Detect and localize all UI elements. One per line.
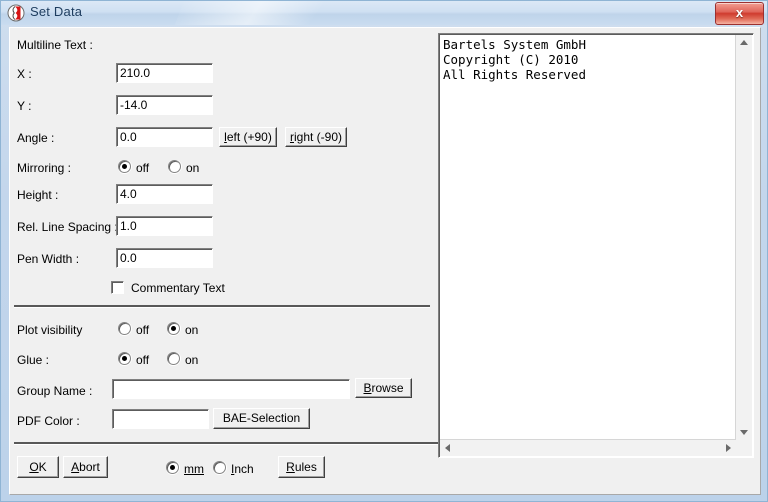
x-input[interactable]: 210.0 xyxy=(116,63,213,83)
unit-mm-label: mm xyxy=(184,462,204,476)
glue-radio-off[interactable]: off xyxy=(118,352,149,367)
group-name-label: Group Name : xyxy=(17,384,93,398)
close-icon: x xyxy=(735,5,744,20)
scrollbar-right-arrow-icon[interactable] xyxy=(726,444,731,452)
group-name-input[interactable] xyxy=(112,379,350,399)
bae-selection-button[interactable]: BAE-Selection xyxy=(213,408,310,429)
rotate-right-button[interactable]: right (-90) xyxy=(285,127,347,147)
radio-dot-icon xyxy=(118,352,131,365)
pdf-color-input[interactable] xyxy=(112,409,209,429)
close-button[interactable]: x xyxy=(715,2,764,25)
plot-visibility-radio-off[interactable]: off xyxy=(118,322,149,337)
title-bar[interactable]: Set Data x xyxy=(1,1,767,25)
radio-dot-icon xyxy=(167,352,180,365)
multiline-text-content[interactable]: Bartels System GmbH Copyright (C) 2010 A… xyxy=(443,37,731,82)
checkbox-icon xyxy=(111,281,124,294)
angle-input[interactable]: 0.0 xyxy=(116,127,213,147)
plot-visibility-on-label: on xyxy=(185,323,199,337)
commentary-text-checkbox[interactable]: Commentary Text xyxy=(111,281,225,295)
commentary-text-label: Commentary Text xyxy=(131,281,225,295)
mirroring-radio-on[interactable]: on xyxy=(168,160,199,175)
dialog-client-area: Multiline Text : X : 210.0 Y : -14.0 Ang… xyxy=(9,27,761,495)
radio-dot-icon xyxy=(166,461,179,474)
scrollbar-up-arrow-icon[interactable] xyxy=(740,40,748,45)
radio-dot-icon xyxy=(213,461,226,474)
mirroring-off-label: off xyxy=(136,161,150,175)
rotate-left-button[interactable]: left (+90) xyxy=(219,127,277,147)
glue-radio-on[interactable]: on xyxy=(167,352,198,367)
pen-width-input[interactable]: 0.0 xyxy=(116,248,213,268)
abort-button[interactable]: Abort xyxy=(63,456,108,478)
browse-button[interactable]: Browse xyxy=(355,378,412,398)
multiline-text-label: Multiline Text : xyxy=(17,38,93,52)
horizontal-scrollbar[interactable] xyxy=(440,439,736,456)
app-logo-icon xyxy=(7,4,25,22)
section-separator-top xyxy=(14,305,430,308)
rel-line-spacing-label: Rel. Line Spacing : xyxy=(17,220,118,234)
vertical-scrollbar[interactable] xyxy=(735,35,752,440)
scrollbar-down-arrow-icon[interactable] xyxy=(740,430,748,435)
glue-off-label: off xyxy=(136,353,150,367)
angle-label: Angle : xyxy=(17,131,55,145)
y-input[interactable]: -14.0 xyxy=(116,95,213,115)
radio-dot-icon xyxy=(118,160,131,173)
pdf-color-label: PDF Color : xyxy=(17,414,80,428)
mirroring-label: Mirroring : xyxy=(17,161,72,175)
height-label: Height : xyxy=(17,188,59,202)
radio-dot-icon xyxy=(118,322,131,335)
scrollbar-left-arrow-icon[interactable] xyxy=(445,444,450,452)
mirroring-on-label: on xyxy=(186,161,200,175)
radio-dot-icon xyxy=(168,160,181,173)
radio-dot-icon xyxy=(167,322,180,335)
pen-width-label: Pen Width : xyxy=(17,252,80,266)
unit-inch-label: Inch xyxy=(231,462,254,476)
unit-radio-inch[interactable]: Inch xyxy=(213,461,254,476)
dialog-window: Set Data x Multiline Text : X : 210.0 Y … xyxy=(0,0,768,502)
plot-visibility-label: Plot visibility xyxy=(17,323,83,337)
y-label: Y : xyxy=(17,99,32,113)
plot-visibility-off-label: off xyxy=(136,323,150,337)
titlebar-sheen xyxy=(172,1,360,25)
multiline-text-area[interactable]: Bartels System GmbH Copyright (C) 2010 A… xyxy=(438,33,754,458)
window-title: Set Data xyxy=(30,4,83,19)
unit-radio-mm[interactable]: mm xyxy=(166,461,204,476)
mirroring-radio-off[interactable]: off xyxy=(118,160,149,175)
ok-button[interactable]: OK xyxy=(17,456,59,478)
scrollbar-corner xyxy=(736,440,752,456)
plot-visibility-radio-on[interactable]: on xyxy=(167,322,198,337)
height-input[interactable]: 4.0 xyxy=(116,184,213,204)
rel-line-spacing-input[interactable]: 1.0 xyxy=(116,216,213,236)
glue-on-label: on xyxy=(185,353,199,367)
rules-button[interactable]: Rules xyxy=(278,456,325,478)
x-label: X : xyxy=(17,67,32,81)
glue-label: Glue : xyxy=(17,353,50,367)
